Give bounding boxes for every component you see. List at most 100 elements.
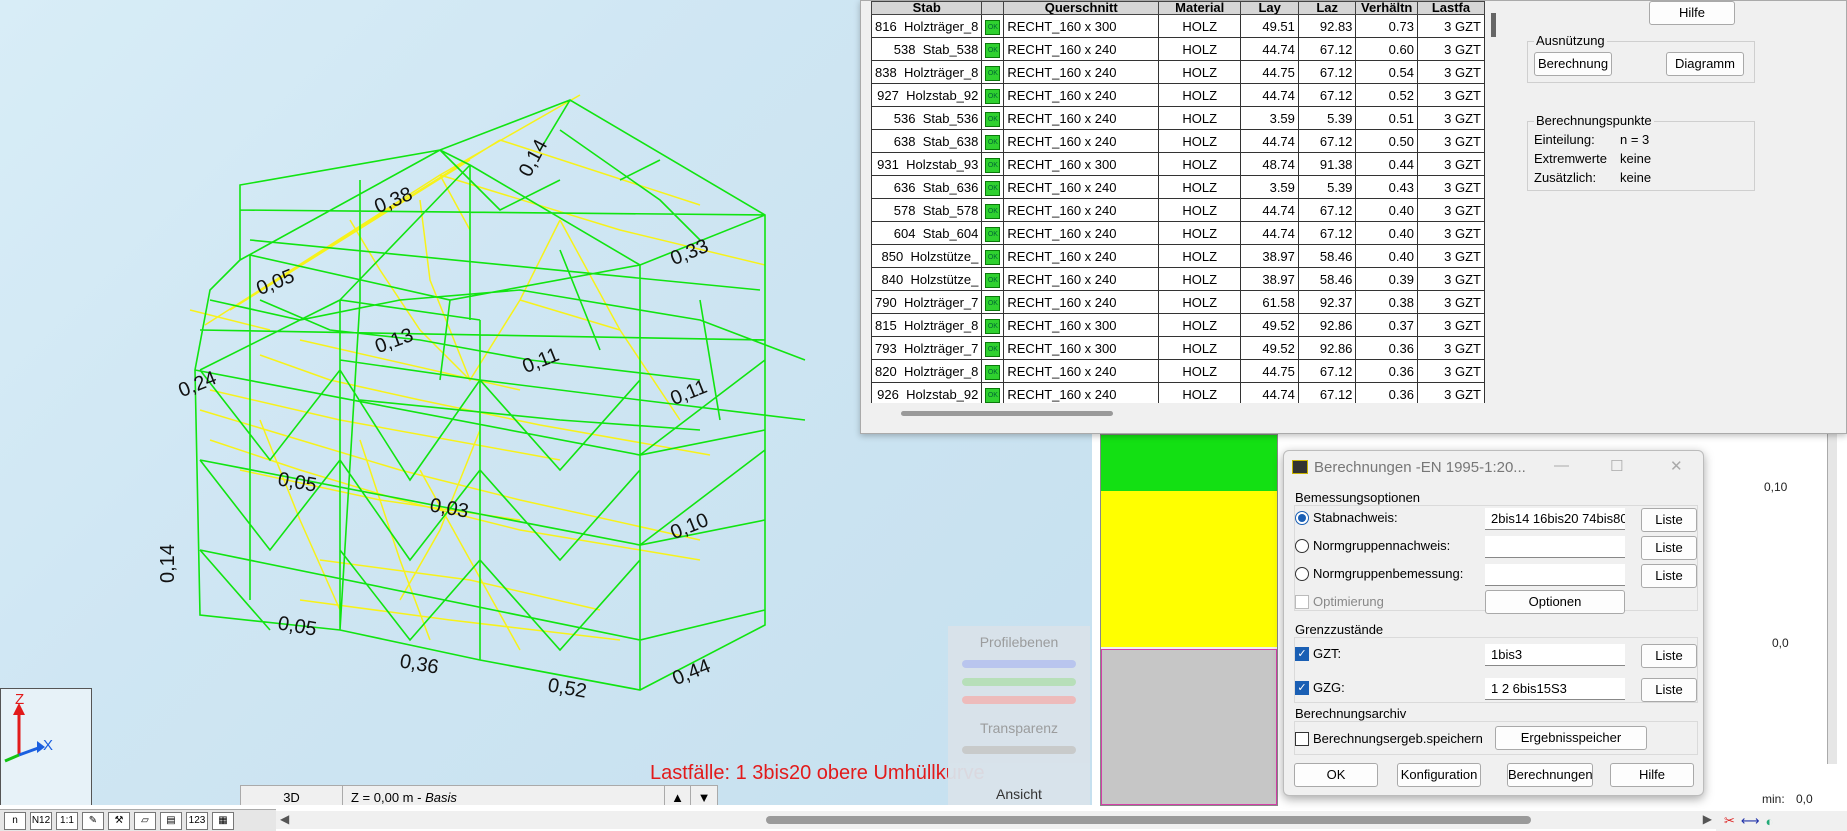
beam-icon[interactable]: ⟷ <box>1741 813 1760 829</box>
profile-plane-slider-red[interactable] <box>962 696 1076 704</box>
table-hscroll-thumb[interactable] <box>901 411 1113 416</box>
table-row[interactable]: 638 Stab_638 OK RECHT_160 x 240 HOLZ 44.74 67… <box>871 129 1485 153</box>
view-button[interactable]: Ansicht <box>948 786 1090 802</box>
konfiguration-button[interactable]: Konfiguration <box>1397 763 1481 787</box>
scale-icon[interactable]: 1:1 <box>56 811 78 830</box>
col-header-laz[interactable]: Laz <box>1297 1 1357 15</box>
berechnung-button[interactable]: Berechnung <box>1534 52 1612 76</box>
table-horizontal-scrollbar[interactable] <box>871 403 1485 419</box>
col-header-stab[interactable]: Stab <box>871 1 983 15</box>
minimize-icon[interactable]: — <box>1554 457 1569 474</box>
table-row[interactable]: 578 Stab_578 OK RECHT_160 x 240 HOLZ 44.74 67… <box>871 198 1485 222</box>
colorbar-green <box>1101 435 1277 491</box>
transparency-slider[interactable] <box>962 746 1076 754</box>
right-scrollbar[interactable] <box>1827 434 1837 764</box>
table-row[interactable]: 536 Stab_536 OK RECHT_160 x 240 HOLZ 3.59 5.3… <box>871 106 1485 130</box>
speichern-checkbox[interactable] <box>1295 731 1309 746</box>
plane-icon[interactable]: ▱ <box>134 811 156 830</box>
stabnachweis-liste-button[interactable]: Liste <box>1641 508 1697 532</box>
main-scroll-thumb[interactable] <box>766 816 1531 824</box>
normgruppennachweis-input[interactable] <box>1485 536 1625 558</box>
profile-plane-slider-green[interactable] <box>962 678 1076 686</box>
table-cell: 927 Holzstab_92 <box>871 83 983 107</box>
maximize-icon[interactable]: ☐ <box>1610 457 1623 475</box>
gzg-option[interactable]: ✓ GZG: <box>1295 680 1345 695</box>
gzg-liste-button[interactable]: Liste <box>1641 678 1697 702</box>
normgruppenbemessung-input[interactable] <box>1485 564 1625 586</box>
scroll-right-icon[interactable]: ▶ <box>1703 812 1712 826</box>
optionen-button[interactable]: Optionen <box>1485 590 1625 614</box>
stabnachweis-option[interactable]: Stabnachweis: <box>1295 510 1398 525</box>
table-vertical-scrollbar[interactable] <box>1485 1 1503 403</box>
table-row[interactable]: 815 Holzträger_8 OK RECHT_160 x 300 HOLZ 49.… <box>871 313 1485 337</box>
level-selector[interactable]: Z = 0,00 m - Basis <box>343 786 665 805</box>
stabnachweis-input[interactable]: 2bis14 16bis20 74bis80 <box>1485 508 1625 530</box>
dialog-help-button[interactable]: Hilfe <box>1610 763 1694 787</box>
ergebnisspeicher-button[interactable]: Ergebnisspeicher <box>1495 726 1647 750</box>
main-horizontal-scrollbar[interactable]: ◀ ▶ <box>276 811 1716 829</box>
ok-button[interactable]: OK <box>1294 763 1378 787</box>
stabnachweis-radio[interactable] <box>1295 510 1309 525</box>
gzt-liste-button[interactable]: Liste <box>1641 644 1697 668</box>
level-down-icon[interactable]: ▼ <box>691 786 717 805</box>
gzg-input[interactable]: 1 2 6bis15S3 <box>1485 678 1625 700</box>
grid-icon[interactable]: ▤ <box>160 811 182 830</box>
pencil-icon[interactable]: ✎ <box>82 811 104 830</box>
table-row[interactable]: 790 Holzträger_7 OK RECHT_160 x 240 HOLZ 61.… <box>871 290 1485 314</box>
n12-icon[interactable]: N12 <box>30 811 52 830</box>
profile-plane-slider-blue[interactable] <box>962 660 1076 668</box>
speichern-option[interactable]: Berechnungsergeb.speichern <box>1295 731 1483 746</box>
scissors-icon[interactable]: ✂ <box>1724 813 1735 829</box>
table-cell: 3 GZT <box>1416 267 1485 291</box>
table-row[interactable]: 793 Holzträger_7 OK RECHT_160 x 300 HOLZ 49.… <box>871 336 1485 360</box>
table-row[interactable]: 927 Holzstab_92 OK RECHT_160 x 240 HOLZ 44.7… <box>871 83 1485 107</box>
normgruppenbemessung-option[interactable]: Normgruppenbemessung: <box>1295 566 1463 581</box>
gzt-checkbox[interactable]: ✓ <box>1295 646 1309 661</box>
table-row[interactable]: 850 Holzstütze_ OK RECHT_160 x 240 HOLZ 38.9… <box>871 244 1485 268</box>
gzg-checkbox[interactable]: ✓ <box>1295 680 1309 695</box>
table-cell: 3 GZT <box>1416 106 1485 130</box>
layout-icon[interactable]: ▦ <box>212 811 234 830</box>
n-icon[interactable]: n <box>4 811 26 830</box>
table-row[interactable]: 840 Holzstütze_ OK RECHT_160 x 240 HOLZ 38.9… <box>871 267 1485 291</box>
col-header-lastfall[interactable]: Lastfa <box>1416 1 1485 15</box>
green-members <box>194 99 806 691</box>
normgruppennachweis-option[interactable]: Normgruppennachweis: <box>1295 538 1450 553</box>
gzt-option[interactable]: ✓ GZT: <box>1295 646 1341 661</box>
table-cell: OK <box>981 14 1005 38</box>
row-material: HOLZ <box>1182 340 1218 356</box>
numbering-icon[interactable]: 123 <box>186 811 208 830</box>
col-header-lay[interactable]: Lay <box>1240 1 1299 15</box>
help-button[interactable]: Hilfe <box>1649 1 1735 25</box>
normgruppennachweis-radio[interactable] <box>1295 538 1309 553</box>
table-row[interactable]: 816 Holzträger_8 OK RECHT_160 x 300 HOLZ 49.… <box>871 14 1485 38</box>
render-icon[interactable]: ◐ <box>1766 814 1774 829</box>
table-row[interactable]: 636 Stab_636 OK RECHT_160 x 240 HOLZ 3.59 5.3… <box>871 175 1485 199</box>
berechnungen-button[interactable]: Berechnungen <box>1507 763 1593 787</box>
normgruppenbemessung-liste-button[interactable]: Liste <box>1641 564 1697 588</box>
col-header-querschnitt[interactable]: Querschnitt <box>1003 1 1160 15</box>
row-member-name: Holzträger_8 <box>903 363 979 379</box>
view-mode-3d[interactable]: 3D <box>241 786 343 805</box>
view-level-bar[interactable]: 3D Z = 0,00 m - Basis ▲ ▼ <box>240 785 718 805</box>
gzt-input[interactable]: 1bis3 <box>1485 644 1625 666</box>
close-icon[interactable]: ✕ <box>1670 457 1683 475</box>
table-row[interactable]: 538 Stab_538 OK RECHT_160 x 240 HOLZ 44.74 67… <box>871 37 1485 61</box>
table-row[interactable]: 838 Holzträger_8 OK RECHT_160 x 240 HOLZ 44.… <box>871 60 1485 84</box>
table-vscroll-thumb[interactable] <box>1491 13 1496 37</box>
normgruppenbemessung-radio[interactable] <box>1295 566 1309 581</box>
tool-icon[interactable]: ⚒ <box>108 811 130 830</box>
scroll-left-icon[interactable]: ◀ <box>280 812 289 826</box>
table-row[interactable]: 931 Holzstab_93 OK RECHT_160 x 300 HOLZ 48.7… <box>871 152 1485 176</box>
table-row[interactable]: 926 Holzstab_92 OK RECHT_160 x 240 HOLZ 44.7… <box>871 382 1485 403</box>
level-up-icon[interactable]: ▲ <box>665 786 691 805</box>
table-row[interactable]: 604 Stab_604 OK RECHT_160 x 240 HOLZ 44.74 67… <box>871 221 1485 245</box>
normgruppennachweis-liste-button[interactable]: Liste <box>1641 536 1697 560</box>
col-header-status[interactable] <box>981 1 1005 15</box>
optimierung-checkbox[interactable] <box>1295 594 1309 609</box>
col-header-material[interactable]: Material <box>1158 1 1242 15</box>
utilization-label: 0,14 <box>157 544 179 583</box>
diagramm-button[interactable]: Diagramm <box>1666 52 1744 76</box>
table-row[interactable]: 820 Holzträger_8 OK RECHT_160 x 240 HOLZ 44.… <box>871 359 1485 383</box>
col-header-verhaeltnis[interactable]: Verhältn <box>1355 1 1418 15</box>
